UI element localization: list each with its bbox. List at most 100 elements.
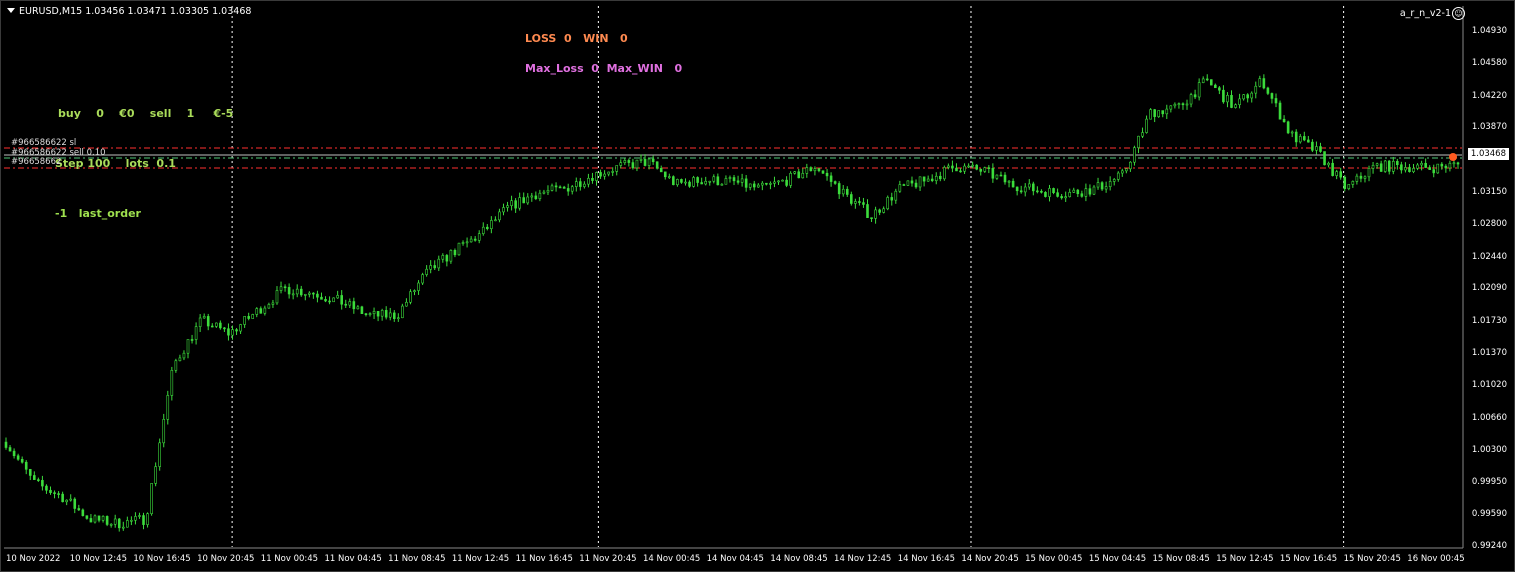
candle-body — [41, 480, 44, 487]
candle-body — [1286, 121, 1290, 134]
candle-body — [93, 515, 97, 523]
candle-body — [425, 268, 428, 275]
candle-body — [1177, 103, 1181, 106]
candle-body — [1323, 151, 1326, 166]
candle-body — [724, 178, 728, 185]
candle-body — [579, 181, 582, 187]
candle-body — [910, 180, 914, 184]
candle-body — [1379, 163, 1383, 172]
symbol-timeframe: EURUSD,M15 — [19, 6, 83, 17]
time-tick-label: 15 Nov 04:45 — [1088, 554, 1147, 564]
candle-body — [344, 303, 348, 306]
candle-body — [263, 307, 267, 314]
candle-body — [1173, 103, 1177, 107]
candle-body — [413, 290, 416, 293]
candle-body — [1112, 179, 1116, 182]
candle-body — [943, 167, 946, 180]
candle-body — [320, 296, 323, 300]
price-tick-label: 1.01730 — [1471, 315, 1507, 326]
expert-advisor-name[interactable]: a_r_n_v2-1 — [1400, 8, 1451, 19]
candle-body — [684, 181, 687, 184]
smiley-icon[interactable]: ☺ — [1452, 7, 1465, 20]
candle-body — [1444, 165, 1448, 169]
candle-body — [878, 209, 881, 213]
candle-body — [1311, 141, 1314, 151]
time-tick-label: 14 Nov 12:45 — [834, 554, 892, 564]
candle-body — [89, 518, 93, 523]
candle-body — [991, 168, 995, 179]
candle-body — [259, 308, 263, 314]
candle-body — [858, 201, 861, 203]
candle-body — [235, 329, 238, 332]
candle-body — [1209, 79, 1213, 86]
candle-body — [279, 286, 283, 291]
candle-body — [809, 167, 813, 172]
candle-body — [227, 328, 230, 336]
candle-body — [1201, 78, 1205, 83]
candle-body — [316, 293, 319, 298]
candle-body — [1456, 162, 1460, 165]
candle-body — [247, 316, 250, 319]
candle-body — [789, 172, 792, 186]
candle-body — [1274, 98, 1278, 104]
time-tick-label: 15 Nov 12:45 — [1216, 554, 1274, 564]
candle-body — [57, 493, 60, 495]
candle-body — [530, 195, 534, 198]
candle-body — [1278, 102, 1282, 120]
price-tick-label: 1.02800 — [1471, 219, 1507, 230]
candle-body — [291, 293, 295, 296]
candle-body — [1294, 131, 1298, 143]
candle-body — [101, 516, 105, 521]
time-tick-label: 10 Nov 12:45 — [69, 554, 127, 564]
candle-body — [417, 282, 420, 291]
candle-body — [773, 181, 776, 184]
candle-body — [643, 159, 647, 166]
menu-caret-icon[interactable] — [7, 8, 15, 13]
candle-body — [668, 176, 671, 178]
candle-body — [312, 292, 315, 295]
time-tick-label: 14 Nov 08:45 — [770, 554, 828, 564]
order-line-label[interactable]: #96658662 — [11, 157, 61, 167]
candle-body — [963, 165, 966, 172]
candle-body — [1161, 110, 1165, 115]
candle-body — [121, 526, 125, 529]
candle-body — [801, 173, 805, 179]
candle-body — [1303, 136, 1306, 141]
candle-body — [1048, 188, 1051, 197]
candle-body — [1315, 146, 1318, 151]
candle-body — [870, 217, 873, 219]
trade-arrow-icon[interactable] — [1449, 153, 1457, 161]
time-tick-label: 10 Nov 16:45 — [133, 554, 191, 564]
candle-body — [1440, 163, 1444, 167]
candle-body — [1149, 109, 1152, 120]
candle-body — [1250, 92, 1254, 99]
price-tick-label: 0.99240 — [1471, 541, 1507, 551]
candle-body — [1359, 175, 1363, 179]
candle-body — [845, 188, 849, 195]
candle-body — [267, 304, 271, 309]
candle-body — [866, 204, 869, 218]
candle-body — [166, 395, 170, 420]
price-chart[interactable] — [0, 0, 1515, 572]
candle-body — [574, 181, 578, 187]
candle-body — [611, 171, 614, 173]
candle-body — [995, 174, 999, 179]
candle-body — [170, 370, 174, 396]
chart-title[interactable]: EURUSD,M15 1.03456 1.03471 1.03305 1.034… — [7, 6, 251, 17]
buy-sell-summary: buy 0 €0 sell 1 €-5 — [58, 107, 234, 120]
candle-body — [894, 190, 898, 201]
candle-body — [134, 516, 137, 521]
candle-body — [659, 168, 663, 173]
candle-body — [1408, 167, 1411, 173]
candle-body — [69, 498, 73, 501]
candle-body — [1064, 196, 1067, 199]
candle-body — [603, 173, 606, 177]
candle-body — [1205, 78, 1209, 81]
candle-body — [12, 450, 16, 457]
candle-body — [526, 196, 530, 204]
candle-body — [627, 160, 631, 163]
candle-body — [465, 241, 469, 244]
candle-body — [538, 192, 542, 199]
sl-line-label[interactable]: #966586622 sl — [11, 138, 76, 148]
candle-body — [955, 167, 958, 172]
